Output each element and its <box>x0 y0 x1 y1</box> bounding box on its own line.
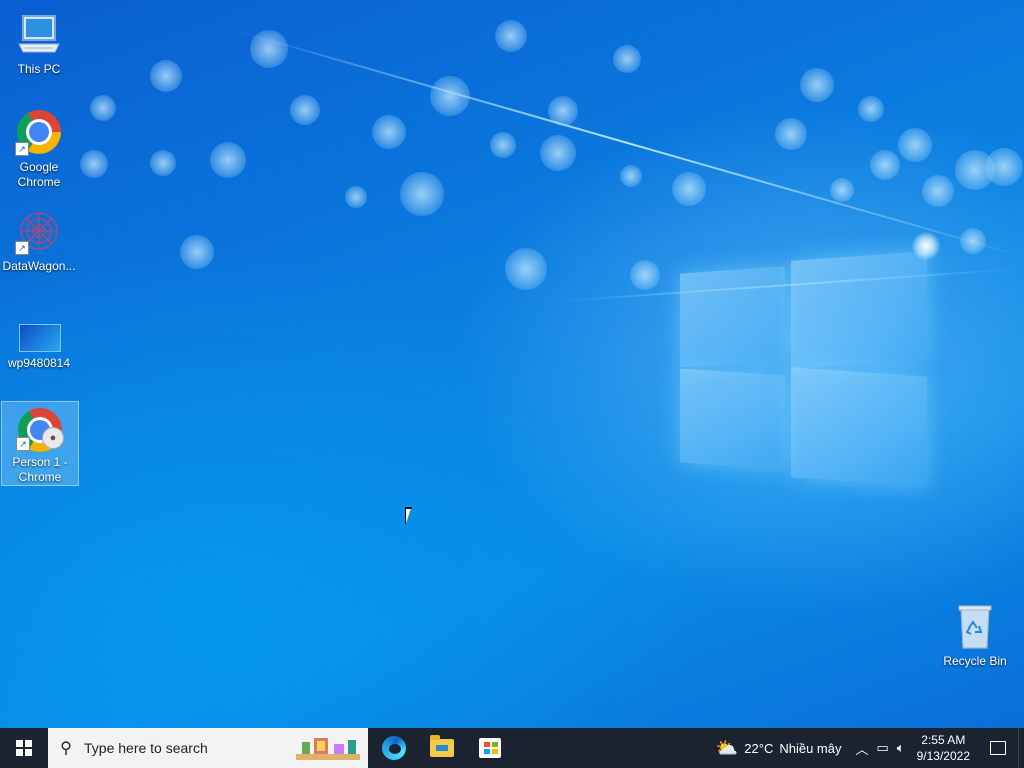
network-icon[interactable]: ▭ <box>873 740 893 756</box>
search-icon: ⚲ <box>60 740 72 757</box>
shortcut-arrow-icon: ↗ <box>15 241 29 255</box>
desktop-icon-datawagon[interactable]: ↗ DataWagon... <box>1 203 77 274</box>
weather-temperature: 22°C <box>744 740 774 756</box>
bokeh-light <box>180 235 214 269</box>
desktop-icon-label: Recycle Bin <box>943 654 1007 668</box>
windows-logo-wallpaper <box>675 240 935 500</box>
clock[interactable]: 2:55 AM 9/13/2022 <box>909 732 978 764</box>
desktop-icon-recycle-bin[interactable]: Recycle Bin <box>937 598 1013 669</box>
desktop-icon-google-chrome[interactable]: ↗ Google Chrome <box>1 104 77 190</box>
bokeh-light <box>613 45 641 73</box>
bokeh-light <box>430 76 470 116</box>
desktop-icon-label: Person 1 - Chrome <box>12 455 68 484</box>
taskbar-store-button[interactable] <box>466 728 514 768</box>
bokeh-light <box>540 135 576 171</box>
shortcut-arrow-icon: ↗ <box>16 437 30 451</box>
desktop-icon-label: wp9480814 <box>7 356 71 370</box>
bokeh-light <box>80 150 108 178</box>
desktop-icon-label: DataWagon... <box>2 259 76 273</box>
bokeh-light <box>290 95 320 125</box>
bokeh-light <box>870 150 900 180</box>
desktop-icon-label: This PC <box>17 62 61 76</box>
bokeh-light <box>898 128 932 162</box>
windows-start-icon <box>16 740 32 756</box>
mouse-pointer-fill <box>406 509 416 523</box>
bokeh-light <box>960 228 986 254</box>
bokeh-light <box>372 115 406 149</box>
desktop-icon-label: Google Chrome <box>17 160 61 189</box>
bokeh-light <box>210 142 246 178</box>
lens-flare <box>912 232 940 260</box>
wallpaper-image-icon <box>15 320 63 352</box>
bokeh-light <box>345 186 367 208</box>
bokeh-light <box>672 172 706 206</box>
desktop-icon-wp9480814[interactable]: wp9480814 <box>1 316 77 371</box>
bokeh-light <box>495 20 527 52</box>
edge-icon <box>382 736 406 760</box>
shortcut-arrow-icon: ↗ <box>15 142 29 156</box>
recycle-bin-icon <box>951 602 999 650</box>
bokeh-light <box>150 60 182 92</box>
desktop-icon-person-1-chrome[interactable]: ● ↗ Person 1 - Chrome <box>1 401 79 486</box>
bokeh-light <box>858 96 884 122</box>
bokeh-light <box>985 148 1023 186</box>
bokeh-light <box>250 30 288 68</box>
clock-time: 2:55 AM <box>921 733 966 747</box>
bokeh-light <box>775 118 807 150</box>
search-box[interactable]: ⚲ Type here to search <box>48 728 368 768</box>
notification-center-button[interactable] <box>978 728 1018 768</box>
weather-widget[interactable]: ⛅ 22°C Nhiều mây <box>706 738 852 759</box>
volume-icon[interactable]: 🔈︎ <box>893 740 909 756</box>
bokeh-light <box>505 248 547 290</box>
bokeh-light <box>630 260 660 290</box>
chevron-up-icon[interactable]: ︿ <box>851 739 872 758</box>
desktop-icon-this-pc[interactable]: This PC <box>1 6 77 77</box>
show-desktop-button[interactable] <box>1018 728 1024 768</box>
desktop[interactable]: This PC ↗ Google Chrome ↗ DataWagon... w… <box>0 0 1024 728</box>
system-tray: ⛅ 22°C Nhiều mây ︿ ▭ 🔈︎ 2:55 AM 9/13/202… <box>706 728 1024 768</box>
bokeh-light <box>830 178 854 202</box>
weather-description: Nhiều mây <box>779 740 842 756</box>
bokeh-light <box>400 172 444 216</box>
bokeh-light <box>548 96 578 126</box>
this-pc-icon <box>15 10 63 58</box>
bokeh-light <box>90 95 116 121</box>
notification-icon <box>990 741 1006 755</box>
search-highlight-icon <box>296 738 360 760</box>
start-button[interactable] <box>0 728 48 768</box>
bokeh-light <box>150 150 176 176</box>
taskbar: ⚲ Type here to search ⛅ 22°C Nhiều mây ︿… <box>0 728 1024 768</box>
search-placeholder: Type here to search <box>84 740 208 756</box>
bokeh-light <box>922 175 954 207</box>
clock-date: 9/13/2022 <box>916 749 970 763</box>
partly-cloudy-icon: ⛅ <box>715 737 739 758</box>
chrome-profile-icon: ● ↗ <box>16 406 64 452</box>
bokeh-light <box>490 132 516 158</box>
taskbar-file-explorer-button[interactable] <box>418 728 466 768</box>
taskbar-edge-button[interactable] <box>370 728 418 768</box>
file-explorer-icon <box>430 735 454 757</box>
datawagon-icon: ↗ <box>15 207 63 255</box>
bokeh-light <box>620 165 642 187</box>
bokeh-light <box>800 68 834 102</box>
person-icon: ● <box>42 427 64 449</box>
chrome-icon: ↗ <box>15 108 63 156</box>
microsoft-store-icon <box>479 738 501 758</box>
